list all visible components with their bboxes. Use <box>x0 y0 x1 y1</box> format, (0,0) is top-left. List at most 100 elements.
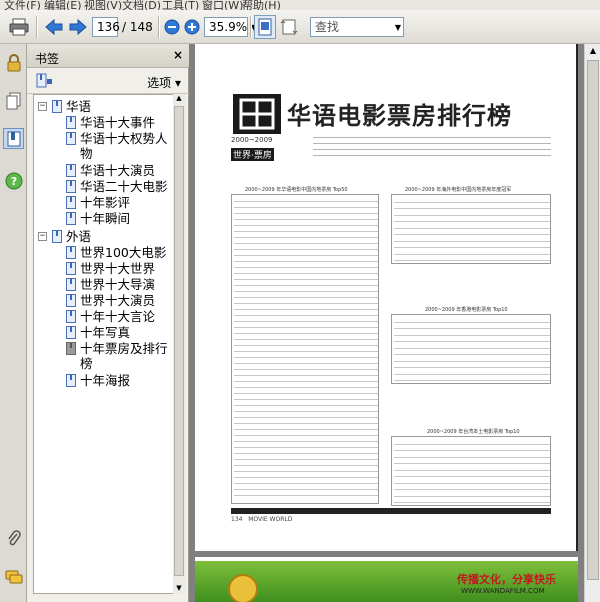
arrow-left-icon <box>45 18 63 36</box>
table-row <box>234 399 378 400</box>
bookmarks-button[interactable] <box>3 128 24 149</box>
page-number-input[interactable]: 136 <box>92 17 120 37</box>
bookmark-group[interactable]: − 外语 <box>34 229 173 245</box>
menu-edit[interactable]: 编辑(E) <box>44 0 82 10</box>
search-dropdown[interactable]: ▼ <box>392 15 404 39</box>
pages-button[interactable] <box>3 90 24 111</box>
comments-button[interactable] <box>3 566 24 587</box>
table-row <box>234 441 378 442</box>
intro-text-line <box>313 149 551 150</box>
table-row <box>394 495 550 497</box>
table-row <box>234 255 378 256</box>
scroll-down-icon[interactable]: ▼ <box>174 584 184 594</box>
table-row <box>394 208 550 209</box>
attachments-button[interactable] <box>3 528 24 549</box>
table-row <box>234 483 378 484</box>
options-dropdown[interactable]: 选项 ▾ <box>147 74 181 91</box>
scrollbar-thumb[interactable] <box>174 106 184 576</box>
table-row <box>394 247 550 248</box>
table-row <box>234 219 378 220</box>
bookmark-item[interactable]: 华语二十大电影 <box>34 179 173 195</box>
bookmark-group[interactable]: − 华语 <box>34 99 173 115</box>
bookmark-label: 世界十大世界 <box>80 261 156 276</box>
bookmark-label: 世界十大演员 <box>80 293 156 308</box>
fit-width-button[interactable] <box>278 15 300 39</box>
svg-text:?: ? <box>10 175 16 188</box>
document-area[interactable]: 2000~2009 世界·票房 华语电影票房排行榜 2000~2009 年华语电… <box>189 44 600 602</box>
bookmark-item[interactable]: 世界十大演员 <box>34 293 173 309</box>
menu-file[interactable]: 文件(F) <box>4 0 41 10</box>
table-title: 2000~2009 年华语电影中国内地票房 Top50 <box>245 187 348 193</box>
table-row <box>234 345 378 346</box>
logo-caption: 世界·票房 <box>231 148 274 161</box>
table-row <box>234 261 378 262</box>
bookmark-icon <box>66 164 76 177</box>
table-row <box>394 443 550 445</box>
bookmark-label: 华语十大事件 <box>80 115 156 130</box>
new-bookmark-button[interactable] <box>35 73 53 89</box>
table-row <box>394 328 550 329</box>
bookmark-item[interactable]: 十年写真 <box>34 325 173 341</box>
bookmark-item[interactable]: 华语十大权势人物 <box>34 131 173 163</box>
next-page-button[interactable] <box>66 15 90 39</box>
scroll-up-icon[interactable]: ▲ <box>587 46 599 58</box>
fit-page-button[interactable] <box>254 15 276 39</box>
bookmark-icon <box>66 342 76 355</box>
table-row <box>234 465 378 466</box>
bookmark-item[interactable]: 十年影评 <box>34 195 173 211</box>
table-row <box>234 309 378 310</box>
help-icon: ? <box>5 172 22 189</box>
scrollbar-thumb[interactable] <box>587 60 599 580</box>
menu-document[interactable]: 文档(D) <box>122 0 161 10</box>
bookmark-item[interactable]: 世界十大导演 <box>34 277 173 293</box>
menu-window[interactable]: 窗口(W) <box>202 0 243 10</box>
previous-page-button[interactable] <box>42 15 66 39</box>
table-row <box>234 375 378 376</box>
table-row <box>394 489 550 490</box>
table-row <box>234 477 378 478</box>
bookmark-icon <box>66 180 76 193</box>
table-row <box>234 423 378 424</box>
zoom-input[interactable]: 35.9% <box>204 17 248 37</box>
table-row <box>234 495 378 496</box>
document-scrollbar[interactable]: ▲ <box>584 44 600 602</box>
zoom-out-button[interactable] <box>162 15 182 39</box>
collapse-icon[interactable]: − <box>38 232 47 241</box>
navigation-pane-strip: ? <box>0 44 27 602</box>
table-row <box>234 333 378 334</box>
bookmark-item[interactable]: 十年票房及排行榜 <box>34 341 173 373</box>
collapse-icon[interactable]: − <box>38 102 47 111</box>
bookmark-icon <box>66 278 76 291</box>
scroll-up-icon[interactable]: ▲ <box>174 94 184 104</box>
bookmark-item[interactable]: 十年瞬间 <box>34 211 173 227</box>
menu-tools[interactable]: 工具(T) <box>162 0 199 10</box>
table-row <box>394 476 550 477</box>
fit-width-icon <box>280 19 298 35</box>
bookmark-item[interactable]: 世界100大电影 <box>34 245 173 261</box>
close-icon[interactable]: × <box>173 48 183 62</box>
table-row <box>394 380 550 381</box>
table-row <box>234 411 378 412</box>
bookmark-item[interactable]: 华语十大事件 <box>34 115 173 131</box>
table-row <box>234 237 378 238</box>
table-row <box>234 429 378 430</box>
bookmarks-panel-title: 书签 <box>35 52 60 66</box>
menu-view[interactable]: 视图(V) <box>84 0 122 10</box>
toolbar: 136 / 148 35.9% ▼ 查找 ▼ <box>0 10 600 44</box>
table-row <box>234 213 378 214</box>
bookmark-item[interactable]: 十年海报 <box>34 373 173 389</box>
bookmarks-scrollbar[interactable]: ▲ ▼ <box>173 94 185 594</box>
zoom-in-button[interactable] <box>182 15 202 39</box>
ad-url: WWW.WANDAFILM.COM <box>461 587 545 595</box>
security-button[interactable] <box>3 52 24 73</box>
help-button[interactable]: ? <box>3 170 24 191</box>
print-button[interactable] <box>6 15 32 39</box>
bookmark-item[interactable]: 世界十大世界 <box>34 261 173 277</box>
table-row <box>394 450 550 451</box>
table-hongkong <box>391 314 551 384</box>
bookmark-item[interactable]: 十年十大言论 <box>34 309 173 325</box>
table-row <box>394 334 550 336</box>
bookmark-item[interactable]: 华语十大演员 <box>34 163 173 179</box>
menu-help[interactable]: 帮助(H) <box>242 0 281 10</box>
search-input[interactable]: 查找 <box>310 17 404 37</box>
